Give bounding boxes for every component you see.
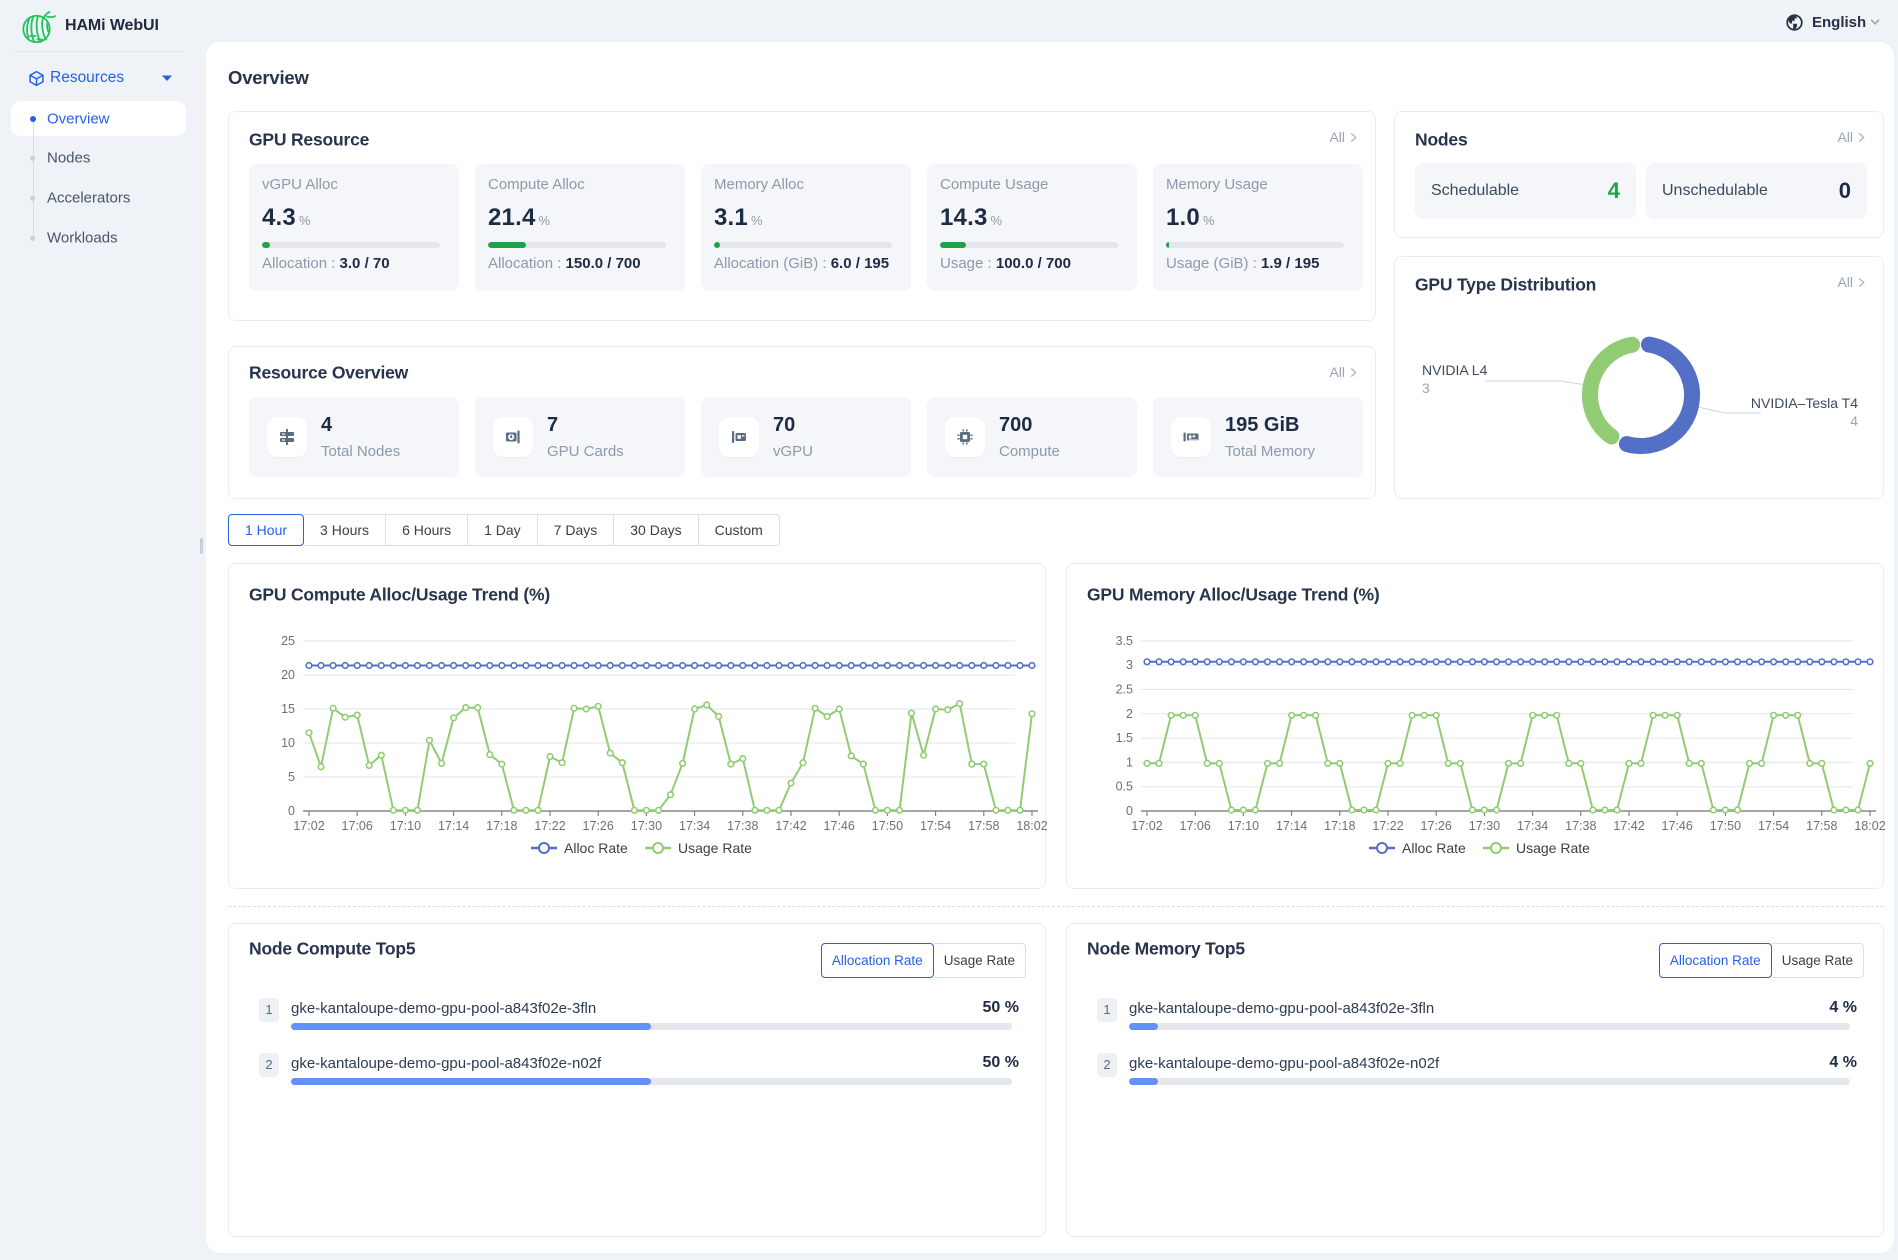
svg-text:17:30: 17:30: [1469, 819, 1500, 833]
svg-text:17:34: 17:34: [679, 819, 710, 833]
svg-text:17:26: 17:26: [1421, 819, 1452, 833]
svg-text:17:34: 17:34: [1517, 819, 1548, 833]
svg-text:2: 2: [1126, 707, 1133, 721]
svg-text:NVIDIA L4: NVIDIA L4: [1422, 362, 1488, 378]
svg-text:Alloc Rate: Alloc Rate: [564, 840, 628, 856]
svg-text:17:42: 17:42: [775, 819, 806, 833]
svg-text:17:54: 17:54: [920, 819, 951, 833]
svg-text:17:10: 17:10: [1228, 819, 1259, 833]
svg-text:25: 25: [281, 634, 295, 648]
svg-text:17:46: 17:46: [824, 819, 855, 833]
svg-text:17:50: 17:50: [1710, 819, 1741, 833]
svg-text:2.5: 2.5: [1116, 683, 1133, 697]
svg-text:Usage Rate: Usage Rate: [678, 840, 752, 856]
svg-text:17:58: 17:58: [968, 819, 999, 833]
svg-text:17:02: 17:02: [293, 819, 324, 833]
svg-text:17:18: 17:18: [1324, 819, 1355, 833]
svg-text:3.5: 3.5: [1116, 634, 1133, 648]
svg-text:17:38: 17:38: [1565, 819, 1596, 833]
svg-text:1.5: 1.5: [1116, 731, 1133, 745]
svg-text:3: 3: [1422, 380, 1430, 396]
svg-text:17:10: 17:10: [390, 819, 421, 833]
svg-text:17:50: 17:50: [872, 819, 903, 833]
svg-text:17:18: 17:18: [486, 819, 517, 833]
svg-text:0.5: 0.5: [1116, 780, 1133, 794]
svg-text:10: 10: [281, 736, 295, 750]
svg-text:4: 4: [1850, 413, 1858, 429]
svg-text:3: 3: [1126, 658, 1133, 672]
svg-text:17:58: 17:58: [1806, 819, 1837, 833]
svg-text:0: 0: [1126, 804, 1133, 818]
svg-text:Usage Rate: Usage Rate: [1516, 840, 1590, 856]
svg-text:17:42: 17:42: [1613, 819, 1644, 833]
svg-text:15: 15: [281, 702, 295, 716]
svg-text:17:22: 17:22: [534, 819, 565, 833]
svg-text:17:26: 17:26: [583, 819, 614, 833]
svg-text:17:06: 17:06: [342, 819, 373, 833]
svg-text:5: 5: [288, 770, 295, 784]
svg-text:18:02: 18:02: [1016, 819, 1047, 833]
svg-text:NVIDIA–Tesla T4: NVIDIA–Tesla T4: [1751, 395, 1858, 411]
svg-text:Alloc Rate: Alloc Rate: [1402, 840, 1466, 856]
svg-text:17:14: 17:14: [438, 819, 469, 833]
svg-text:0: 0: [288, 804, 295, 818]
svg-text:17:46: 17:46: [1662, 819, 1693, 833]
svg-text:1: 1: [1126, 755, 1133, 769]
svg-text:17:38: 17:38: [727, 819, 758, 833]
svg-text:17:02: 17:02: [1131, 819, 1162, 833]
svg-text:17:06: 17:06: [1180, 819, 1211, 833]
svg-text:17:30: 17:30: [631, 819, 662, 833]
svg-text:18:02: 18:02: [1854, 819, 1885, 833]
svg-text:17:14: 17:14: [1276, 819, 1307, 833]
svg-text:17:54: 17:54: [1758, 819, 1789, 833]
svg-text:17:22: 17:22: [1372, 819, 1403, 833]
svg-text:20: 20: [281, 668, 295, 682]
